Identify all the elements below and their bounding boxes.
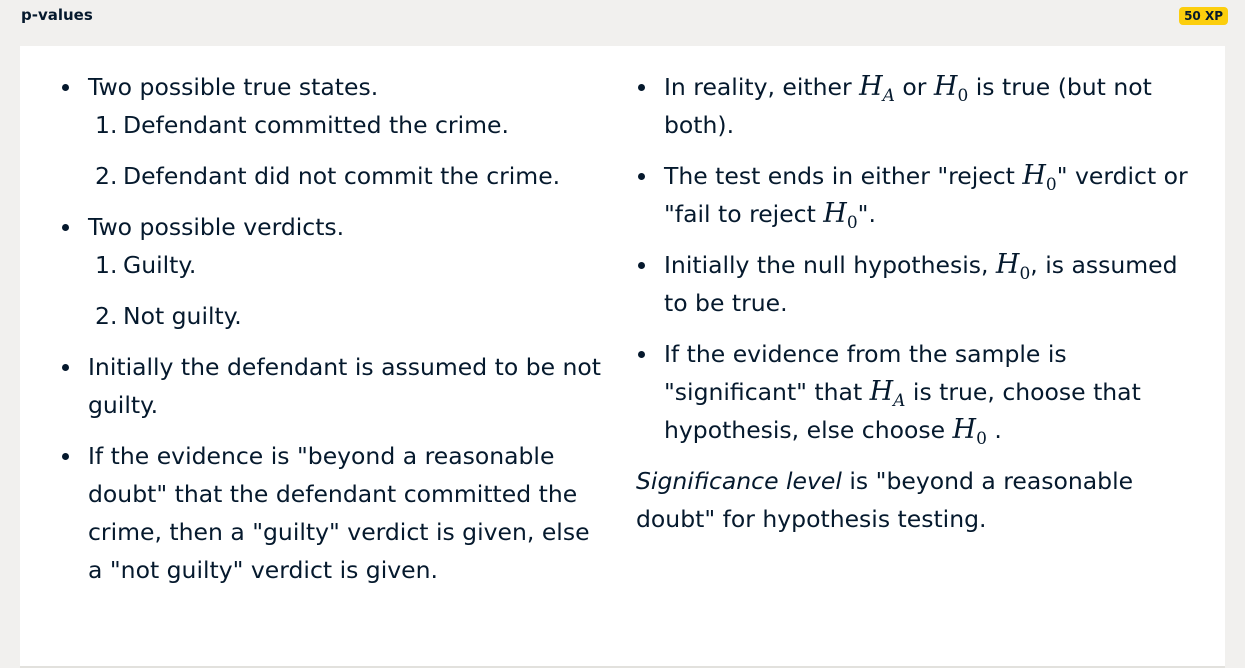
- math-h-a: HA: [859, 71, 895, 104]
- list-item: Initially the defendant is assumed to be…: [60, 348, 608, 424]
- math-subscript: 0: [957, 85, 969, 106]
- left-bullet-list: Two possible true states. 1. Defendant co…: [60, 68, 608, 589]
- list-item: Two possible verdicts. 1. Guilty. 2. Not g…: [60, 208, 608, 335]
- verdicts-heading: Two possible verdicts.: [88, 213, 345, 241]
- states-heading: Two possible true states.: [88, 73, 379, 101]
- list-item: If the evidence from the sample is "sign…: [636, 335, 1196, 449]
- text-fragment: Initially the null hypothesis,: [664, 251, 996, 279]
- significance-note: Significance level is "beyond a reasonab…: [636, 462, 1196, 538]
- math-symbol: H: [869, 376, 894, 407]
- list-number: 1.: [95, 251, 118, 279]
- math-symbol: H: [952, 414, 977, 445]
- list-item: If the evidence is "beyond a reasonable …: [60, 437, 608, 589]
- math-subscript: 0: [976, 428, 987, 449]
- math-h-0: H0: [1022, 160, 1056, 193]
- math-h-0: H0: [823, 198, 857, 231]
- significance-term: Significance level: [636, 467, 842, 495]
- text-fragment: ".: [857, 200, 876, 228]
- right-column: In reality, either HA or H0 is true (but…: [636, 68, 1196, 538]
- text-fragment: The test ends in either "reject: [664, 162, 1023, 190]
- list-item: 1. Guilty.: [88, 246, 608, 284]
- list-item: 1. Defendant committed the crime.: [88, 106, 608, 144]
- math-symbol: H: [823, 198, 847, 229]
- list-item-text: Guilty.: [123, 251, 197, 279]
- list-item-text: Defendant did not commit the crime.: [123, 162, 561, 190]
- math-subscript: A: [893, 390, 906, 411]
- evidence-text: If the evidence is "beyond a reasonable …: [88, 442, 590, 584]
- left-column: Two possible true states. 1. Defendant co…: [60, 68, 608, 602]
- list-number: 1.: [95, 111, 118, 139]
- math-subscript: 0: [1019, 263, 1031, 284]
- math-symbol: H: [995, 249, 1020, 280]
- math-subscript: 0: [846, 212, 858, 233]
- assumption-text: Initially the defendant is assumed to be…: [88, 353, 602, 419]
- slide-card: Two possible true states. 1. Defendant co…: [20, 46, 1225, 668]
- page-title: p-values: [21, 6, 93, 24]
- math-h-0: H0: [933, 71, 968, 104]
- verdicts-list: 1. Guilty. 2. Not guilty.: [88, 246, 608, 335]
- math-h-a: HA: [869, 376, 906, 409]
- list-number: 2.: [95, 162, 118, 190]
- top-bar: p-values 50 XP: [0, 0, 1245, 34]
- text-fragment: In reality, either: [664, 73, 860, 101]
- xp-badge: 50 XP: [1179, 7, 1228, 25]
- list-number: 2.: [95, 302, 118, 330]
- list-item: Initially the null hypothesis, H0, is as…: [636, 246, 1196, 322]
- right-bullet-list: In reality, either HA or H0 is true (but…: [636, 68, 1196, 449]
- math-symbol: H: [933, 71, 958, 102]
- text-fragment: .: [986, 416, 1002, 444]
- text-fragment: or: [894, 73, 934, 101]
- math-subscript: A: [882, 85, 895, 106]
- states-list: 1. Defendant committed the crime. 2. Defen…: [88, 106, 608, 195]
- list-item-text: Not guilty.: [123, 302, 242, 330]
- list-item-text: Defendant committed the crime.: [123, 111, 509, 139]
- math-symbol: H: [1022, 160, 1046, 191]
- list-item: In reality, either HA or H0 is true (but…: [636, 68, 1196, 144]
- math-subscript: 0: [1045, 174, 1057, 195]
- list-item: The test ends in either "reject H0" verd…: [636, 157, 1196, 233]
- list-item: 2. Not guilty.: [88, 297, 608, 335]
- math-symbol: H: [859, 71, 883, 102]
- math-h-0: H0: [995, 249, 1030, 282]
- math-h-0: H0: [952, 414, 987, 447]
- list-item: Two possible true states. 1. Defendant co…: [60, 68, 608, 195]
- list-item: 2. Defendant did not commit the crime.: [88, 157, 608, 195]
